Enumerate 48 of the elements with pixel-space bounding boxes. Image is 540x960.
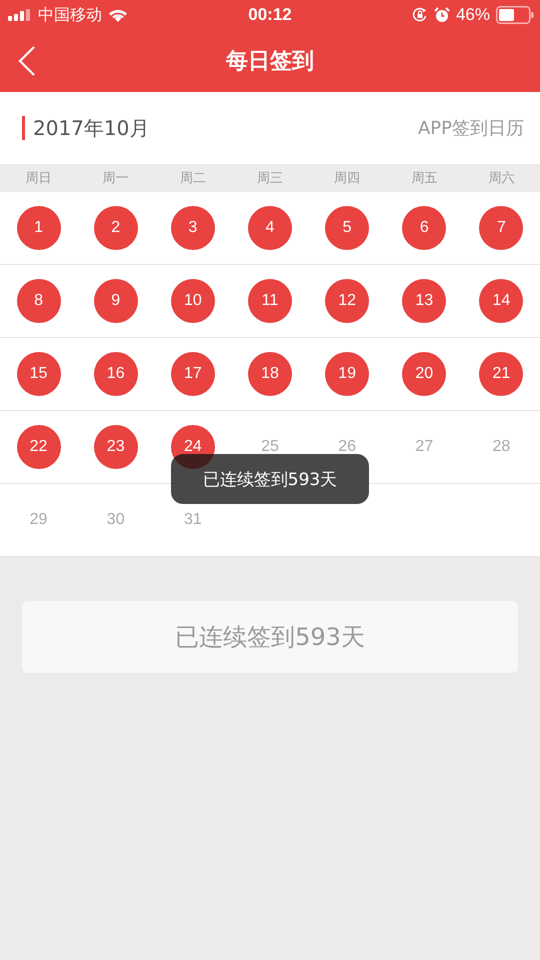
signed-day[interactable]: 9 xyxy=(94,279,138,323)
signed-day[interactable]: 4 xyxy=(248,206,292,250)
signed-day[interactable]: 19 xyxy=(325,352,370,396)
signed-day[interactable]: 16 xyxy=(94,352,138,396)
signed-day[interactable]: 8 xyxy=(16,279,61,323)
weekday-label: 周五 xyxy=(410,170,438,187)
weekday-label: 周二 xyxy=(178,170,207,187)
calendar-day[interactable]: 28 xyxy=(479,425,524,469)
streak-toast: 已连续签到593天 xyxy=(171,454,369,504)
signed-day[interactable]: 7 xyxy=(479,206,524,250)
signed-day[interactable]: 12 xyxy=(325,279,370,323)
weekday-label: 周四 xyxy=(333,170,362,187)
signed-day[interactable]: 6 xyxy=(402,206,446,250)
calendar-day[interactable]: 30 xyxy=(94,498,138,542)
signed-day[interactable]: 5 xyxy=(325,206,370,250)
weekday-label: 周三 xyxy=(256,170,284,187)
weekday-label: 周一 xyxy=(102,170,130,187)
battery-icon xyxy=(496,6,534,24)
clock-time: 00:12 xyxy=(248,5,292,25)
calendar-day[interactable]: 27 xyxy=(402,425,446,469)
signed-day[interactable]: 10 xyxy=(170,279,215,323)
signed-day[interactable]: 14 xyxy=(479,279,524,323)
signed-day[interactable]: 13 xyxy=(402,279,446,323)
month-label: 2017年10月 xyxy=(22,116,150,140)
signed-day[interactable]: 2 xyxy=(94,206,138,250)
signed-day[interactable]: 11 xyxy=(248,279,292,323)
signed-day[interactable]: 17 xyxy=(170,352,215,396)
signed-day[interactable]: 18 xyxy=(248,352,292,396)
back-icon xyxy=(18,45,36,77)
rotation-lock-icon xyxy=(412,7,428,23)
signed-day[interactable]: 21 xyxy=(479,352,524,396)
calendar-link[interactable]: APP签到日历 xyxy=(418,116,524,140)
signal-icon xyxy=(8,9,32,21)
signed-day[interactable]: 23 xyxy=(94,425,138,469)
wifi-icon xyxy=(108,8,128,22)
weekday-label: 周六 xyxy=(487,170,516,187)
carrier-name: 中国移动 xyxy=(38,4,102,26)
signed-day[interactable]: 22 xyxy=(16,425,61,469)
battery-percent: 46% xyxy=(456,5,490,25)
streak-button[interactable]: 已连续签到593天 xyxy=(22,601,518,673)
alarm-icon xyxy=(434,7,450,23)
page-title: 每日签到 xyxy=(226,48,314,76)
signed-day[interactable]: 3 xyxy=(170,206,215,250)
calendar-day[interactable]: 29 xyxy=(16,498,61,542)
signed-day[interactable]: 15 xyxy=(16,352,61,396)
weekday-label: 周日 xyxy=(24,170,53,187)
signed-day[interactable]: 1 xyxy=(16,206,61,250)
signed-day[interactable]: 20 xyxy=(402,352,446,396)
